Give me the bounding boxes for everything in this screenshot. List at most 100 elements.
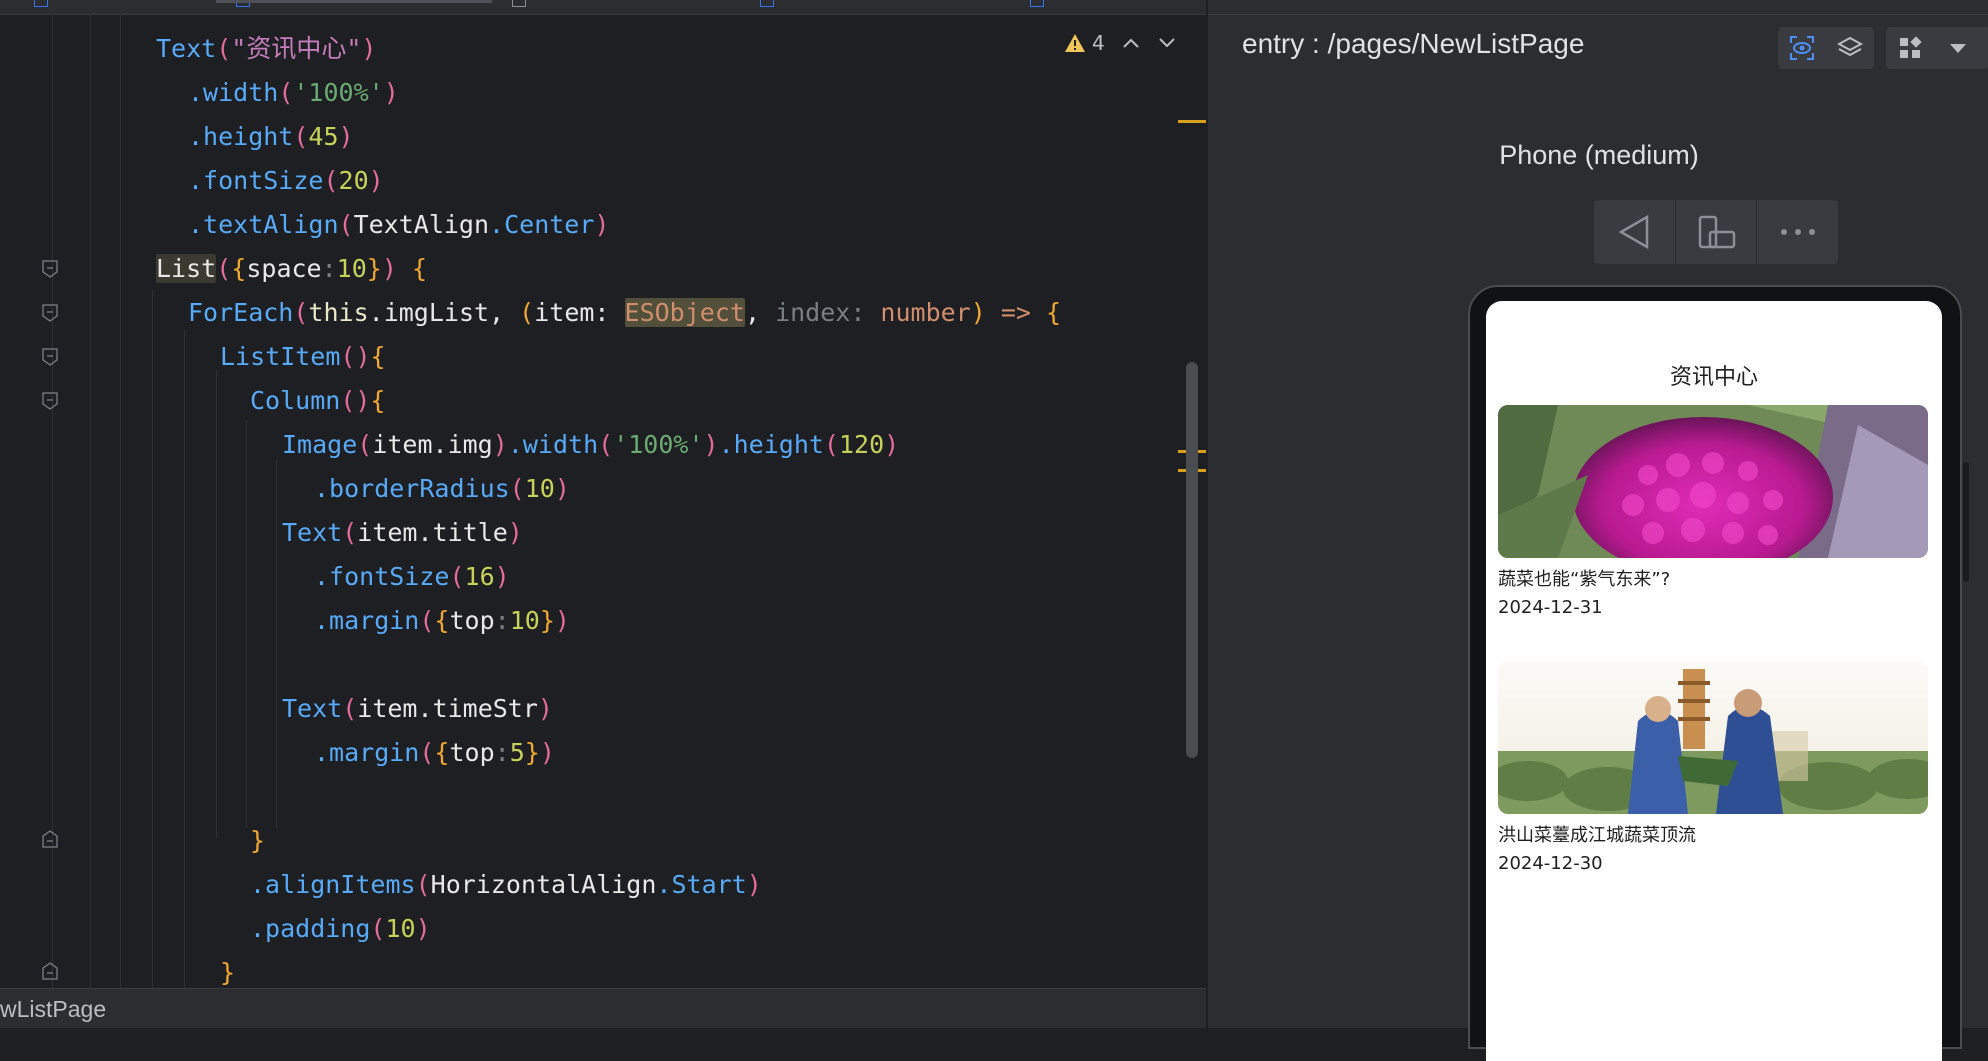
code-token: { [434, 606, 450, 635]
code-token: Text [282, 518, 343, 547]
fold-marker-icon[interactable] [42, 392, 58, 410]
fold-end-marker-icon[interactable] [42, 962, 58, 980]
inspector-toggle-group [1778, 27, 1874, 69]
code-line[interactable]: .padding(10) [250, 907, 431, 951]
code-token: } [366, 254, 382, 283]
code-token: { [434, 738, 450, 767]
file-tab-icon[interactable] [760, 0, 774, 7]
code-line[interactable]: .margin({top:10}) [314, 599, 570, 643]
code-token: item.img [372, 430, 493, 459]
chevron-down-icon[interactable] [1157, 36, 1177, 50]
editor-tab-strip[interactable] [0, 0, 1206, 15]
file-tab-icon[interactable] [512, 0, 526, 7]
indent-guide [216, 370, 217, 838]
file-tab-icon[interactable] [34, 0, 48, 7]
code-token: ( [419, 738, 435, 767]
code-token: .height [718, 430, 824, 459]
code-line[interactable]: Text(item.timeStr) [282, 687, 553, 731]
code-token: ( [598, 430, 614, 459]
code-token: : [494, 606, 510, 635]
back-triangle-icon [1618, 214, 1649, 250]
code-editor[interactable]: Text("资讯中心") .width('100%') .height(45) .fo… [0, 0, 1206, 1028]
rotate-device-icon [1698, 215, 1736, 249]
code-token: .margin [314, 606, 420, 635]
code-token: .width [507, 430, 599, 459]
code-token: ) [554, 606, 570, 635]
back-button[interactable] [1594, 200, 1676, 264]
code-token: ) [415, 914, 431, 943]
code-token: { [1046, 298, 1062, 327]
warning-stripe-marker[interactable] [1178, 120, 1206, 123]
code-token: "资讯中心" [231, 34, 362, 63]
code-line[interactable]: ListItem(){ [220, 335, 386, 379]
code-token: .fontSize [314, 562, 450, 591]
code-line[interactable]: List({space:10}) { [156, 247, 427, 291]
inspector-button[interactable] [1778, 27, 1826, 69]
chevron-up-icon[interactable] [1121, 36, 1141, 50]
code-line[interactable]: .alignItems(HorizontalAlign.Start) [250, 863, 762, 907]
code-line[interactable]: .textAlign(TextAlign.Center) [188, 203, 609, 247]
list-item[interactable]: 蔬菜也能“紫气东来”? 2024-12-31 [1498, 405, 1928, 620]
code-token: ( [823, 430, 839, 459]
code-token: '100%' [613, 430, 704, 459]
fold-marker-icon[interactable] [42, 260, 58, 278]
code-line[interactable]: .height(45) [188, 115, 354, 159]
status-breadcrumb[interactable]: wListPage [0, 989, 106, 1028]
grid-icon [1900, 36, 1922, 58]
code-token: ( [415, 870, 431, 899]
layers-button[interactable] [1826, 27, 1874, 69]
editor-scrollbar[interactable] [1186, 362, 1198, 758]
code-line[interactable]: Text("资讯中心") [156, 27, 376, 71]
code-token: ForEach [188, 298, 294, 327]
code-token: .Center [489, 210, 595, 239]
phone-screen[interactable]: 资讯中心 蔬菜也能“紫气东来”? 2024-12-31 洪山菜薹成江城蔬菜顶流 … [1486, 301, 1942, 1061]
code-line[interactable]: Image(item.img).width('100%').height(120… [282, 423, 899, 467]
code-token: { [411, 254, 428, 283]
fold-marker-icon[interactable] [42, 304, 58, 322]
page-route: entry : /pages/NewListPage [1242, 28, 1585, 59]
code-line[interactable]: } [250, 819, 265, 863]
news-image [1498, 405, 1928, 558]
code-line[interactable]: Column(){ [250, 379, 385, 423]
code-token: ( [419, 606, 435, 635]
code-line[interactable]: .fontSize(16) [314, 555, 510, 599]
code-token: TextAlign [353, 210, 490, 239]
code-line[interactable]: ForEach(this.imgList, (item: ESObject, i… [188, 291, 1061, 335]
multi-device-button[interactable] [1886, 27, 1934, 69]
code-token: .width [188, 78, 279, 107]
code-line[interactable]: .fontSize(20) [188, 159, 384, 203]
warning-indicator[interactable]: 4 [1064, 31, 1105, 55]
file-tab-icon[interactable] [1030, 0, 1044, 7]
code-token: ) [381, 254, 397, 283]
code-token: ( [357, 430, 373, 459]
code-token: 16 [464, 562, 495, 591]
news-title: 洪山菜薹成江城蔬菜顶流 [1498, 825, 1696, 846]
list-item[interactable]: 洪山菜薹成江城蔬菜顶流 2024-12-30 [1498, 661, 1928, 876]
news-title: 蔬菜也能“紫气东来”? [1498, 569, 1671, 590]
code-token: ( [449, 562, 465, 591]
indent-guide [246, 420, 247, 828]
code-token: index: [775, 298, 881, 327]
code-line[interactable]: .width('100%') [188, 71, 399, 115]
more-button[interactable] [1757, 200, 1838, 264]
fold-marker-icon[interactable] [42, 348, 58, 366]
inspection-widget[interactable]: 4 [1064, 28, 1177, 58]
code-token: item.title [357, 518, 508, 547]
layout-toggle-group [1886, 27, 1988, 69]
rotate-button[interactable] [1676, 200, 1758, 264]
previewer-canvas: Phone (medium) 资讯中心 蔬菜也能“紫气东来”? 2024-12-… [1208, 82, 1988, 1061]
previewer-tab-strip [1208, 0, 1988, 15]
status-bar: wListPage [0, 988, 1206, 1028]
layers-icon [1837, 36, 1863, 57]
code-token: , [744, 298, 776, 327]
layout-dropdown-button[interactable] [1934, 27, 1982, 69]
code-line[interactable]: .margin({top:5}) [314, 731, 555, 775]
code-token: item.timeStr [357, 694, 538, 723]
code-line[interactable]: Text(item.title) [282, 511, 523, 555]
fold-end-marker-icon[interactable] [42, 830, 58, 848]
code-line[interactable]: .borderRadius(10) [314, 467, 570, 511]
code-token: } [220, 958, 236, 987]
code-token: 120 [838, 430, 885, 459]
code-token: 10 [524, 474, 555, 503]
device-name: Phone (medium) [1499, 140, 1699, 170]
